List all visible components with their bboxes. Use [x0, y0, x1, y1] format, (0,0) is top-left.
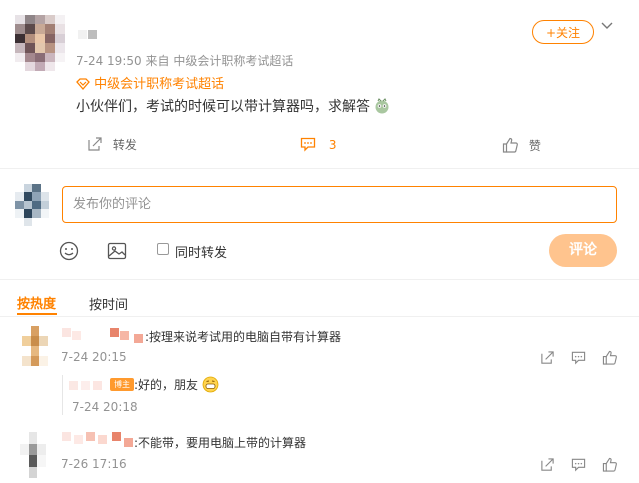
comment-count: 3 [328, 138, 337, 152]
tab-sort-hot[interactable]: 按热度 [17, 293, 56, 312]
like-icon[interactable] [602, 457, 618, 476]
commenter-name-redacted[interactable] [62, 328, 146, 344]
submit-comment-button[interactable]: 评论 [549, 234, 617, 267]
share-icon[interactable] [540, 457, 555, 476]
username-redacted[interactable] [78, 30, 106, 39]
commenter-avatar[interactable] [20, 432, 47, 478]
repost-action[interactable]: 转发 [87, 136, 137, 155]
post-text-body: 小伙伴们，考试的时候可以带计算器吗，求解答 [76, 99, 370, 115]
tab-active-indicator [17, 313, 57, 315]
reply-icon[interactable] [571, 457, 586, 476]
doge-emoji-icon [374, 98, 390, 118]
like-action[interactable]: 赞 [502, 137, 541, 156]
comment-time: 7-26 17:16 [61, 457, 127, 471]
reply-badge: 博主 [110, 378, 134, 391]
reply-icon[interactable] [571, 350, 586, 369]
replier-name-redacted[interactable] [69, 381, 109, 391]
reply-thread-line [62, 375, 63, 415]
reply-text: :好的，朋友 [134, 376, 219, 396]
divider [0, 316, 639, 317]
reply-time: 7-24 20:18 [72, 400, 138, 414]
comment-input-box[interactable] [62, 186, 617, 223]
also-repost-label: 同时转发 [175, 246, 228, 261]
comment-time: 7-24 20:15 [61, 350, 127, 364]
reply-text-body: :好的，朋友 [134, 378, 199, 392]
chevron-down-icon[interactable] [601, 16, 613, 35]
comment-icon [300, 136, 316, 155]
super-topic-icon [76, 78, 90, 94]
post-source-prefix: 来自 [145, 54, 170, 68]
divider [0, 279, 639, 280]
like-label: 赞 [528, 139, 541, 153]
repost-icon [87, 136, 103, 155]
repost-label: 转发 [112, 138, 137, 152]
topic-tag-label: 中级会计职称考试超话 [94, 77, 225, 92]
post-text: 小伙伴们，考试的时候可以带计算器吗，求解答 [76, 96, 390, 118]
post-avatar[interactable] [15, 15, 65, 72]
comment-input[interactable] [63, 187, 603, 222]
post-source[interactable]: 中级会计职称考试超话 [173, 54, 293, 68]
image-icon[interactable] [107, 241, 127, 265]
comment-action[interactable]: 3 [300, 136, 336, 155]
grin-emoji-icon [202, 376, 219, 396]
share-icon[interactable] [540, 350, 555, 369]
comment-text: :按理来说考试用的电脑自带有计算器 [145, 330, 342, 344]
emoji-icon[interactable] [59, 241, 79, 265]
like-icon[interactable] [602, 350, 618, 369]
post-meta: 7-24 19:50 来自 中级会计职称考试超话 [76, 52, 293, 69]
tab-sort-time[interactable]: 按时间 [89, 294, 128, 313]
topic-tag-link[interactable]: 中级会计职称考试超话 [76, 73, 224, 94]
like-icon [502, 137, 519, 156]
post-time[interactable]: 7-24 19:50 [76, 54, 142, 68]
follow-button[interactable]: +关注 [532, 20, 594, 44]
commenter-name-redacted[interactable] [62, 432, 138, 448]
commenter-avatar[interactable] [22, 326, 49, 366]
current-user-avatar[interactable] [15, 184, 49, 226]
comment-text: :不能带，要用电脑上带的计算器 [134, 436, 307, 450]
divider [0, 168, 639, 169]
also-repost-checkbox[interactable] [157, 243, 169, 255]
